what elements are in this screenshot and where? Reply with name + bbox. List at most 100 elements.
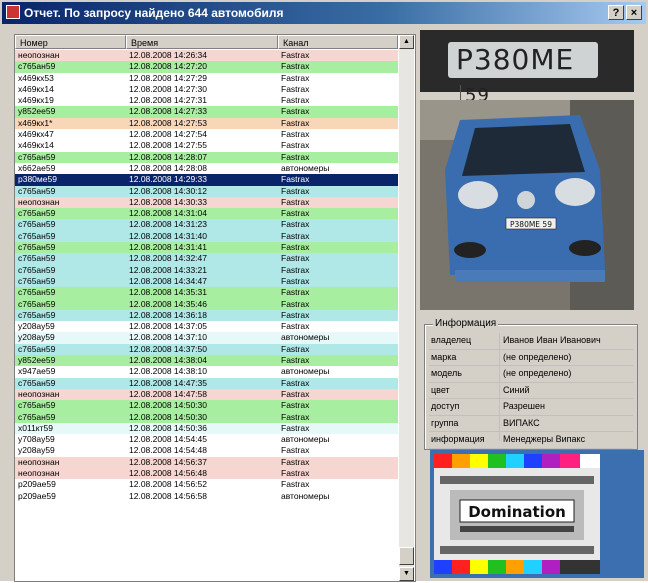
cell-number: неопознан [18, 467, 60, 478]
table-row[interactable]: c765ан59 12.08.2008 14:31:40 Fastrax [15, 230, 398, 243]
cell-channel: автономеры [281, 434, 330, 445]
table-row[interactable]: c765ан59 12.08.2008 14:27:20 Fastrax [15, 61, 398, 73]
cell-channel: Fastrax [281, 253, 310, 264]
table-row[interactable]: x011кт59 12.08.2008 14:50:36 Fastrax [15, 422, 398, 435]
cell-time: 12.08.2008 14:50:30 [129, 400, 207, 411]
table-row[interactable]: неопознан 12.08.2008 14:56:37 Fastrax [15, 456, 398, 468]
table-row[interactable]: неопознан 12.08.2008 14:26:34 Fastrax [15, 50, 398, 62]
table-row[interactable]: y208ау59 12.08.2008 14:37:10 автономеры [15, 332, 398, 344]
table-row[interactable]: c765ан59 12.08.2008 14:31:23 Fastrax [15, 219, 398, 231]
table-row[interactable]: c765ан59 12.08.2008 14:37:50 Fastrax [15, 343, 398, 356]
info-group-title: Информация [433, 318, 499, 329]
table-row[interactable]: c765ан59 12.08.2008 14:30:12 Fastrax [15, 185, 398, 197]
cell-number: p209ае59 [18, 490, 56, 501]
results-list[interactable]: Номер Время Канал неопознан 12.08.2008 14… [14, 34, 416, 582]
cell-channel: Fastrax [281, 208, 310, 219]
vertical-scrollbar[interactable]: ▲ ▼ [399, 35, 414, 581]
info-value: Иванов Иван Иванович [503, 335, 601, 345]
table-row[interactable]: x469кх1* 12.08.2008 14:27:53 Fastrax [15, 117, 398, 130]
cell-number: x011кт59 [18, 422, 53, 433]
cell-channel: Fastrax [281, 230, 310, 241]
cell-number: y852ее59 [18, 355, 56, 366]
cell-channel: Fastrax [281, 355, 310, 366]
scroll-down-icon[interactable]: ▼ [399, 567, 414, 581]
cell-channel: Fastrax [281, 242, 310, 253]
table-row[interactable]: x662ае59 12.08.2008 14:28:08 автономеры [15, 162, 398, 175]
table-row[interactable]: c765ан59 12.08.2008 14:35:31 Fastrax [15, 287, 398, 299]
cell-channel: Fastrax [281, 117, 310, 128]
cell-time: 12.08.2008 14:38:04 [129, 355, 207, 366]
cell-time: 12.08.2008 14:32:47 [129, 253, 207, 264]
table-row[interactable]: c765ан59 12.08.2008 14:47:35 Fastrax [15, 377, 398, 389]
table-row[interactable]: y208ау59 12.08.2008 14:37:05 Fastrax [15, 321, 398, 333]
car-photo: P380ME 59 [420, 100, 634, 310]
cell-number: x662ае59 [18, 162, 56, 173]
table-row[interactable]: p209ае59 12.08.2008 14:56:58 автономеры [15, 490, 398, 502]
cell-time: 12.08.2008 14:36:18 [129, 309, 207, 320]
table-row[interactable]: неопознан 12.08.2008 14:56:48 Fastrax [15, 467, 398, 480]
table-row[interactable]: c765ан59 12.08.2008 14:34:47 Fastrax [15, 275, 398, 288]
table-row[interactable]: c765ан59 12.08.2008 14:31:04 Fastrax [15, 208, 398, 220]
close-button[interactable]: × [626, 5, 642, 20]
cell-number: y208ау59 [18, 321, 55, 332]
table-row[interactable]: x469кх19 12.08.2008 14:27:31 Fastrax [15, 95, 398, 107]
table-row[interactable]: x469кх47 12.08.2008 14:27:54 Fastrax [15, 129, 398, 141]
table-row[interactable]: c765ан59 12.08.2008 14:28:07 Fastrax [15, 151, 398, 163]
info-key: владелец [431, 335, 472, 345]
cell-channel: Fastrax [281, 456, 310, 467]
cell-time: 12.08.2008 14:30:12 [129, 185, 207, 196]
cell-number: y208ау59 [18, 445, 55, 456]
cell-number: x469кх1* [18, 117, 53, 128]
table-row[interactable]: c765ан59 12.08.2008 14:35:46 Fastrax [15, 298, 398, 310]
table-row[interactable]: x947ае59 12.08.2008 14:38:10 автономеры [15, 366, 398, 378]
table-row[interactable]: неопознан 12.08.2008 14:47:58 Fastrax [15, 388, 398, 401]
column-header-time[interactable]: Время [126, 35, 278, 49]
cell-channel: Fastrax [281, 343, 310, 354]
cell-time: 12.08.2008 14:27:31 [129, 95, 207, 106]
cell-channel: Fastrax [281, 298, 310, 309]
table-row[interactable]: p380ме59 12.08.2008 14:29:33 Fastrax [15, 174, 398, 186]
list-rows: неопознан 12.08.2008 14:26:34 Fastrax c765а… [15, 50, 398, 502]
cell-time: 12.08.2008 14:34:47 [129, 275, 207, 286]
cell-channel: Fastrax [281, 140, 310, 151]
cell-channel: Fastrax [281, 479, 310, 490]
table-row[interactable]: p209ае59 12.08.2008 14:56:52 Fastrax [15, 479, 398, 491]
table-row[interactable]: c765ан59 12.08.2008 14:50:30 Fastrax [15, 411, 398, 423]
table-row[interactable]: y852ее59 12.08.2008 14:27:33 Fastrax [15, 106, 398, 118]
table-row[interactable]: y708ау59 12.08.2008 14:54:45 автономеры [15, 434, 398, 446]
table-row[interactable]: неопознан 12.08.2008 14:30:33 Fastrax [15, 196, 398, 209]
cell-number: c765ан59 [18, 151, 56, 162]
info-key: модель [431, 368, 462, 378]
scroll-thumb[interactable] [399, 547, 414, 565]
scroll-up-icon[interactable]: ▲ [399, 35, 414, 49]
cell-channel: Fastrax [281, 129, 310, 140]
cell-channel: Fastrax [281, 196, 310, 207]
cell-channel: Fastrax [281, 467, 310, 478]
table-row[interactable]: y852ее59 12.08.2008 14:38:04 Fastrax [15, 355, 398, 367]
table-row[interactable]: c765ан59 12.08.2008 14:33:21 Fastrax [15, 264, 398, 276]
report-window: Отчет. По запросу найдено 644 автомобиля… [0, 0, 648, 582]
cell-time: 12.08.2008 14:31:23 [129, 219, 207, 230]
cell-number: c765ан59 [18, 208, 56, 219]
table-row[interactable]: x469кх14 12.08.2008 14:27:55 Fastrax [15, 140, 398, 152]
table-row[interactable]: c765ан59 12.08.2008 14:50:30 Fastrax [15, 400, 398, 412]
table-row[interactable]: x469кх53 12.08.2008 14:27:29 Fastrax [15, 72, 398, 84]
table-row[interactable]: c765ан59 12.08.2008 14:31:41 Fastrax [15, 242, 398, 254]
table-row[interactable]: c765ан59 12.08.2008 14:32:47 Fastrax [15, 253, 398, 265]
cell-number: c765ан59 [18, 343, 56, 354]
cell-number: c765ан59 [18, 287, 56, 298]
info-key: марка [431, 351, 457, 362]
cell-channel: Fastrax [281, 411, 310, 422]
table-row[interactable]: x469кх14 12.08.2008 14:27:30 Fastrax [15, 83, 398, 96]
info-group: Информация владелец Иванов Иван Иванович м… [424, 318, 638, 450]
cell-channel: Fastrax [281, 388, 310, 399]
cell-number: x469кх19 [18, 95, 54, 106]
cell-number: c765ан59 [18, 264, 56, 275]
column-header-number[interactable]: Номер [15, 35, 126, 49]
table-row[interactable]: y208ау59 12.08.2008 14:54:48 Fastrax [15, 445, 398, 457]
column-header-channel[interactable]: Канал [278, 35, 398, 49]
info-value: (не определено) [503, 368, 572, 378]
cell-number: неопознан [18, 50, 60, 60]
table-row[interactable]: c765ан59 12.08.2008 14:36:18 Fastrax [15, 309, 398, 322]
help-button[interactable]: ? [608, 5, 624, 20]
